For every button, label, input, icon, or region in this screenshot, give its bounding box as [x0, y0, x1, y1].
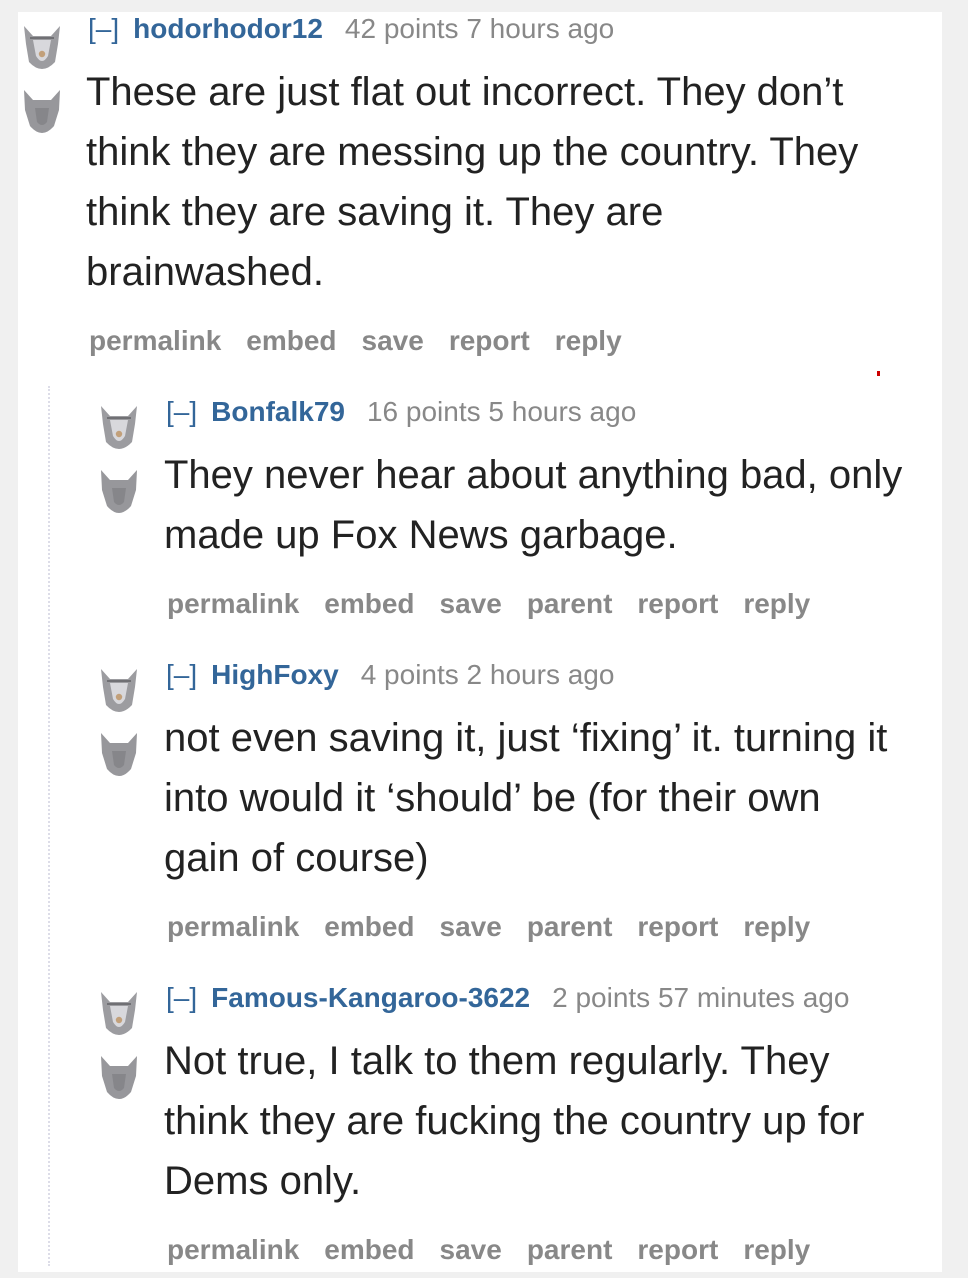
permalink-button[interactable]: permalink — [167, 911, 299, 942]
save-button[interactable]: save — [440, 588, 502, 619]
author-link[interactable]: Bonfalk79 — [211, 396, 345, 427]
comment-line: Not true, I talk to them regularly. They — [164, 1039, 830, 1083]
parent-button[interactable]: parent — [527, 911, 613, 942]
comment-line: think they are messing up the country. T… — [86, 130, 859, 174]
thread-indent-line[interactable] — [48, 386, 50, 1266]
wolf-upvote-icon[interactable] — [20, 20, 64, 76]
comment-line: Dems only. — [164, 1159, 362, 1203]
reply-button[interactable]: reply — [743, 911, 810, 942]
collapse-toggle[interactable]: [–] — [88, 13, 119, 44]
comment-line: into would it ‘should’ be (for their own — [164, 776, 821, 820]
collapse-toggle[interactable]: [–] — [166, 396, 197, 427]
author-link[interactable]: HighFoxy — [211, 659, 339, 690]
comment-line: think they are saving it. They are — [86, 190, 664, 234]
save-button[interactable]: save — [362, 325, 424, 356]
score-and-time: 16 points 5 hours ago — [366, 396, 637, 427]
vote-column — [97, 400, 141, 524]
report-button[interactable]: report — [637, 588, 718, 619]
embed-button[interactable]: embed — [324, 588, 414, 619]
report-button[interactable]: report — [449, 325, 530, 356]
embed-button[interactable]: embed — [246, 325, 336, 356]
save-button[interactable]: save — [440, 911, 502, 942]
comment-line: think they are fucking the country up fo… — [164, 1099, 865, 1143]
parent-button[interactable]: parent — [527, 1234, 613, 1265]
comment-body: not even saving it, just ‘fixing’ it. tu… — [164, 708, 887, 888]
wolf-upvote-icon[interactable] — [97, 663, 141, 719]
comment-tagline: [–] Famous-Kangaroo-3622 2 points 57 minut… — [166, 981, 849, 1015]
comment-actions: permalink embed save parent report reply — [167, 1233, 835, 1267]
wolf-upvote-icon[interactable] — [97, 400, 141, 456]
vote-column — [20, 20, 64, 144]
permalink-button[interactable]: permalink — [167, 588, 299, 619]
reply-button[interactable]: reply — [743, 1234, 810, 1265]
score-and-time: 2 points 57 minutes ago — [552, 982, 850, 1013]
comment-line: These are just flat out incorrect. They … — [86, 70, 844, 114]
score-and-time: 42 points 7 hours ago — [344, 13, 615, 44]
author-link[interactable]: Famous-Kangaroo-3622 — [211, 982, 530, 1013]
report-button[interactable]: report — [637, 911, 718, 942]
comment-line: They never hear about anything bad, only — [164, 453, 903, 497]
reply-button[interactable]: reply — [743, 588, 810, 619]
collapse-toggle[interactable]: [–] — [166, 982, 197, 1013]
permalink-button[interactable]: permalink — [89, 325, 221, 356]
comment-actions: permalink embed save parent report reply — [167, 910, 835, 944]
save-button[interactable]: save — [440, 1234, 502, 1265]
author-link[interactable]: hodorhodor12 — [133, 13, 323, 44]
reply-button[interactable]: reply — [555, 325, 622, 356]
comment-line: gain of course) — [164, 836, 429, 880]
comment-line: made up Fox News garbage. — [164, 513, 678, 557]
wolf-downvote-icon[interactable] — [97, 1048, 141, 1104]
vote-column — [97, 986, 141, 1110]
comment-line: not even saving it, just ‘fixing’ it. tu… — [164, 716, 888, 760]
wolf-downvote-icon[interactable] — [97, 462, 141, 518]
report-button[interactable]: report — [637, 1234, 718, 1265]
collapse-toggle[interactable]: [–] — [166, 659, 197, 690]
score-and-time: 4 points 2 hours ago — [360, 659, 615, 690]
comment-body: Not true, I talk to them regularly. They… — [164, 1031, 864, 1211]
comment-actions: permalink embed save report reply — [89, 324, 647, 358]
comment-body: They never hear about anything bad, only… — [164, 445, 902, 565]
vote-column — [97, 663, 141, 787]
embed-button[interactable]: embed — [324, 911, 414, 942]
wolf-upvote-icon[interactable] — [97, 986, 141, 1042]
embed-button[interactable]: embed — [324, 1234, 414, 1265]
comment-tagline: [–] Bonfalk79 16 points 5 hours ago — [166, 395, 636, 429]
comment-line: brainwashed. — [86, 250, 324, 294]
comment-actions: permalink embed save parent report reply — [167, 587, 835, 621]
wolf-downvote-icon[interactable] — [97, 725, 141, 781]
comment-tagline: [–] hodorhodor12 42 points 7 hours ago — [88, 12, 614, 46]
red-mark — [877, 371, 880, 376]
comment-tagline: [–] HighFoxy 4 points 2 hours ago — [166, 658, 614, 692]
comment-body: These are just flat out incorrect. They … — [86, 62, 858, 302]
parent-button[interactable]: parent — [527, 588, 613, 619]
wolf-downvote-icon[interactable] — [20, 82, 64, 138]
permalink-button[interactable]: permalink — [167, 1234, 299, 1265]
